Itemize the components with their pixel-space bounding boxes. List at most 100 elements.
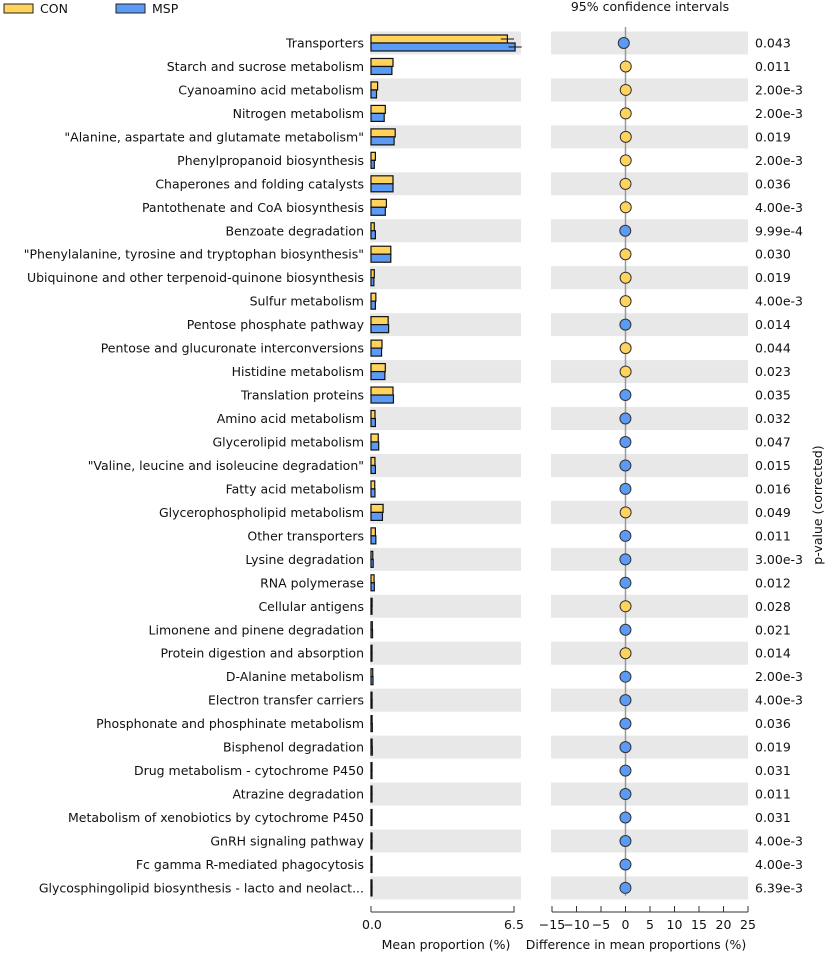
bar-con	[370, 644, 373, 654]
category-label: Phosphonate and phosphinate metabolism	[96, 716, 364, 731]
row-band-right	[551, 594, 748, 618]
row: Nitrogen metabolism 2.00e-3	[233, 104, 803, 123]
bar-con	[370, 480, 376, 490]
category-label: Sulfur metabolism	[250, 294, 364, 309]
p-value-label: 0.043	[755, 36, 791, 51]
row-band-right	[551, 78, 748, 102]
difference-point	[619, 177, 632, 190]
bar-con	[370, 621, 373, 631]
legend-swatch-con	[3, 3, 34, 14]
bar-con	[370, 550, 374, 560]
category-label: RNA polymerase	[260, 575, 364, 590]
bar-msp	[370, 863, 373, 874]
row: "Phenylalanine, tyrosine and tryptophan …	[24, 245, 791, 263]
row: Pantothenate and CoA biosynthesis 4.00e-3	[142, 198, 803, 216]
row: Sulfur metabolism 4.00e-3	[250, 292, 803, 310]
legend-label-con: CON	[40, 1, 68, 16]
row-band-right	[551, 688, 748, 712]
category-label: Protein digestion and absorption	[160, 646, 364, 661]
row: Pentose and glucuronate interconversions…	[101, 339, 791, 357]
row-band-right	[551, 876, 748, 900]
row-band-right	[551, 172, 748, 196]
row-band-left	[370, 876, 521, 900]
bar-msp	[370, 464, 377, 475]
p-value-label: 3.00e-3	[755, 552, 803, 567]
bar-msp	[370, 887, 373, 897]
right-tick-label: 25	[740, 917, 756, 932]
bar-con	[370, 57, 394, 68]
difference-point	[619, 694, 632, 707]
p-value-label: 0.014	[755, 646, 791, 661]
row-band-right	[551, 125, 748, 149]
row-band-right	[551, 829, 748, 853]
bar-msp	[370, 629, 374, 639]
row: Fatty acid metabolism 0.016	[226, 480, 791, 498]
row-band-left	[370, 219, 521, 243]
bar-msp	[370, 89, 378, 99]
category-label: Atrazine degradation	[232, 787, 364, 802]
left-tick-label: 6.5	[504, 917, 524, 932]
bar-con	[370, 832, 373, 842]
category-label: GnRH signaling pathway	[210, 833, 364, 848]
p-value-label: 0.019	[755, 129, 791, 144]
bar-msp	[370, 723, 373, 733]
difference-point	[619, 271, 632, 284]
bar-con	[370, 198, 387, 208]
row-band-right	[551, 782, 748, 806]
bar-msp	[370, 441, 380, 451]
category-label: Fatty acid metabolism	[226, 481, 364, 496]
difference-point	[619, 647, 632, 660]
row: RNA polymerase 0.012	[260, 574, 791, 592]
category-label: Electron transfer carriers	[208, 693, 364, 708]
difference-point	[619, 623, 632, 636]
category-label: Translation proteins	[240, 388, 364, 403]
p-value-label: 0.023	[755, 364, 791, 379]
row: Glycerolipid metabolism 0.047	[212, 433, 791, 451]
p-value-label: 0.028	[755, 599, 791, 614]
difference-point	[619, 881, 632, 894]
p-value-label: 4.00e-3	[755, 857, 803, 872]
p-value-label: 9.99e-4	[755, 223, 803, 238]
bar-msp	[370, 394, 395, 404]
p-value-label: 0.044	[755, 341, 791, 356]
p-value-label: 0.031	[755, 810, 791, 825]
p-value-label: 0.014	[755, 317, 791, 332]
difference-point	[619, 506, 632, 519]
category-label: Metabolism of xenobiotics by cytochrome …	[68, 810, 364, 825]
right-tick-label: 0	[622, 917, 630, 932]
bar-con	[370, 362, 386, 373]
row-band-right	[551, 735, 748, 759]
p-value-label: 2.00e-3	[755, 82, 803, 97]
difference-point	[619, 741, 632, 754]
row-band-left	[370, 266, 521, 290]
p-value-label: 0.031	[755, 763, 791, 778]
bar-con	[370, 34, 508, 44]
bar-msp	[370, 746, 373, 756]
category-label: Histidine metabolism	[232, 364, 364, 379]
difference-point	[619, 435, 632, 448]
p-value-label: 0.030	[755, 247, 791, 262]
bar-con	[370, 785, 373, 795]
bar-msp	[370, 300, 377, 310]
row-band-left	[370, 735, 521, 759]
difference-point	[619, 130, 632, 143]
p-value-label: 0.016	[755, 481, 791, 496]
p-value-label: 0.012	[755, 575, 791, 590]
difference-point	[619, 553, 632, 566]
category-label: Transporters	[285, 36, 364, 51]
bar-con	[370, 808, 373, 819]
bar-msp	[370, 535, 377, 545]
difference-point	[619, 811, 632, 824]
category-label: Limonene and pinene degradation	[149, 622, 364, 637]
bar-con	[370, 245, 392, 255]
difference-point	[619, 834, 632, 847]
difference-point	[619, 201, 632, 214]
row-band-right	[551, 500, 748, 524]
p-value-label: 6.39e-3	[755, 880, 803, 895]
p-value-label: 0.011	[755, 787, 791, 802]
difference-point	[619, 154, 632, 167]
right-tick-label: −15	[539, 917, 565, 932]
difference-point	[619, 318, 632, 331]
category-label: Chaperones and folding catalysts	[155, 176, 364, 191]
row-band-left	[370, 500, 521, 524]
